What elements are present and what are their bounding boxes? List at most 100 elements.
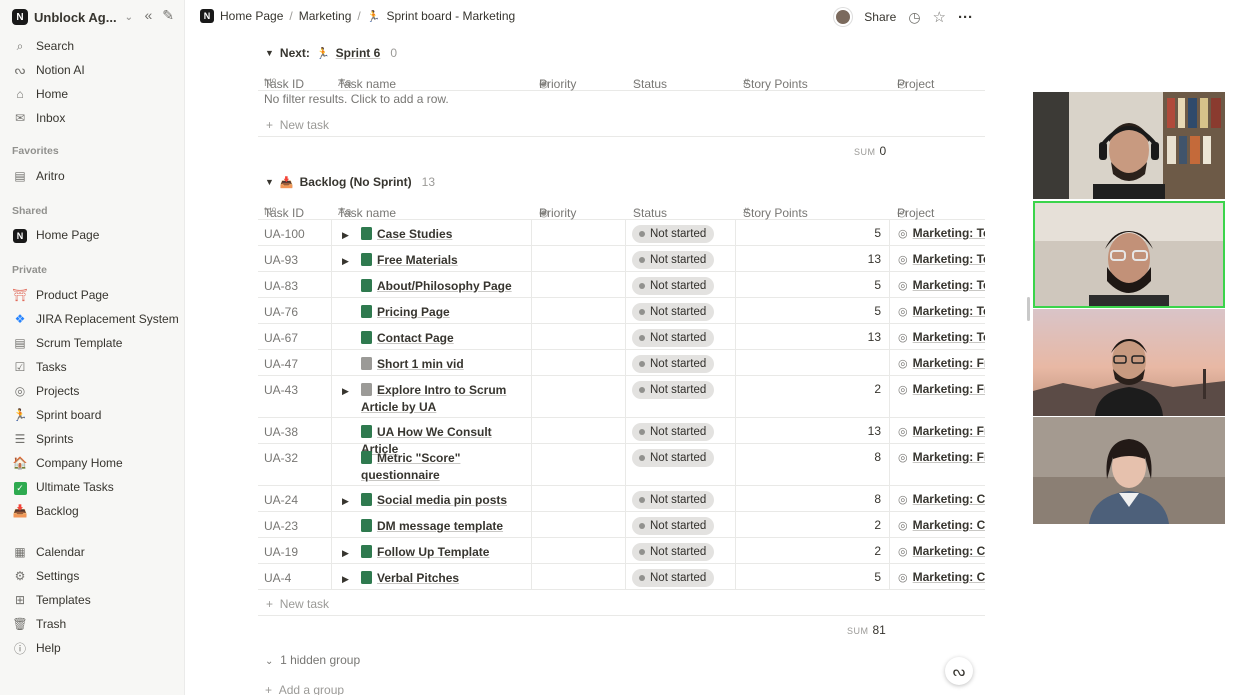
notion-ai-button[interactable]: ᔓ (945, 657, 973, 685)
task-id-cell[interactable]: UA-93 (258, 246, 332, 271)
status-cell[interactable]: Not started (626, 444, 736, 485)
priority-cell[interactable] (532, 324, 626, 349)
priority-cell[interactable] (532, 444, 626, 485)
priority-cell[interactable] (532, 486, 626, 511)
sidebar-item-tasks[interactable]: ☑ Tasks (12, 357, 180, 377)
task-id-cell[interactable]: UA-19 (258, 538, 332, 563)
sidebar-item-sprint-board[interactable]: 🏃 Sprint board (12, 405, 180, 425)
task-name-link[interactable]: Verbal Pitches (377, 571, 459, 585)
status-cell[interactable]: Not started (626, 538, 736, 563)
status-cell[interactable]: Not started (626, 272, 736, 297)
task-name-link[interactable]: Social media pin posts (377, 493, 507, 507)
table-row[interactable]: UA-67 Contact Page Not started 13 ◎ Marketing… (258, 324, 985, 350)
story-points-cell[interactable]: 2 (736, 512, 890, 537)
triangle-right-icon[interactable]: ▶ (342, 493, 349, 510)
task-name-link[interactable]: Short 1 min vid (377, 357, 464, 371)
more-icon[interactable]: ··· (958, 9, 973, 26)
project-cell[interactable]: ◎ Marketing: Co (890, 512, 985, 537)
task-id-cell[interactable]: UA-4 (258, 564, 332, 589)
add-group-button[interactable]: + Add a group (265, 683, 344, 695)
story-points-cell[interactable]: 5 (736, 220, 890, 245)
video-tile-participant-3[interactable] (1033, 309, 1225, 416)
task-id-cell[interactable]: UA-83 (258, 272, 332, 297)
sidebar-item-jira[interactable]: ❖ JIRA Replacement System (12, 309, 180, 329)
priority-cell[interactable] (532, 376, 626, 417)
status-cell[interactable]: Not started (626, 324, 736, 349)
sidebar-item-projects[interactable]: ◎ Projects (12, 381, 180, 401)
status-cell[interactable]: Not started (626, 350, 736, 375)
priority-cell[interactable] (532, 246, 626, 271)
table-row[interactable]: UA-4 ▶ Verbal Pitches Not started 5 ◎ Marketin… (258, 564, 985, 590)
project-cell[interactable]: ◎ Marketing: Co (890, 486, 985, 511)
status-cell[interactable]: Not started (626, 220, 736, 245)
sidebar-item-company-home[interactable]: 🏠 Company Home (12, 453, 180, 473)
breadcrumb-home-page[interactable]: Home Page (220, 9, 283, 23)
task-name-cell[interactable]: Metric "Score" questionnaire (332, 444, 532, 485)
triangle-right-icon[interactable]: ▶ (342, 227, 349, 244)
project-cell[interactable]: ◎ Marketing: Co (890, 564, 985, 589)
priority-cell[interactable] (532, 418, 626, 443)
sidebar-item-calendar[interactable]: ▦ Calendar (12, 542, 180, 562)
task-name-cell[interactable]: DM message template (332, 512, 532, 537)
task-id-cell[interactable]: UA-100 (258, 220, 332, 245)
avatar[interactable] (834, 8, 853, 26)
group-header-next[interactable]: ▼ Next: 🏃 Sprint 6 0 (265, 46, 397, 60)
task-name-cell[interactable]: About/Philosophy Page (332, 272, 532, 297)
table-row[interactable]: UA-38 UA How We Consult Article Not starte… (258, 418, 985, 456)
triangle-right-icon[interactable]: ▶ (342, 253, 349, 270)
panel-resize-handle[interactable] (1027, 297, 1030, 321)
story-points-cell[interactable]: 13 (736, 246, 890, 271)
task-id-cell[interactable]: UA-76 (258, 298, 332, 323)
task-id-cell[interactable]: UA-24 (258, 486, 332, 511)
table-row[interactable]: UA-32 Metric "Score" questionnaire Not sta… (258, 444, 985, 486)
star-icon[interactable]: ☆ (933, 8, 946, 26)
story-points-cell[interactable]: 2 (736, 538, 890, 563)
new-task-button[interactable]: + New task (258, 590, 985, 616)
priority-cell[interactable] (532, 298, 626, 323)
task-name-link[interactable]: Metric "Score" questionnaire (361, 451, 460, 482)
share-button[interactable]: Share (864, 10, 896, 24)
sidebar-item-notion-ai[interactable]: ᔓ Notion AI (12, 60, 180, 80)
new-task-button[interactable]: + New task (258, 111, 985, 137)
task-name-link[interactable]: Case Studies (377, 227, 452, 241)
task-name-cell[interactable]: UA How We Consult Article (332, 418, 532, 456)
workspace-switcher[interactable]: N Unblock Ag... ⌄ (12, 8, 133, 26)
breadcrumb-sprint-board[interactable]: Sprint board - Marketing (386, 9, 515, 23)
table-row[interactable]: UA-93 ▶ Free Materials Not started 13 ◎ Market… (258, 246, 985, 272)
priority-cell[interactable] (532, 272, 626, 297)
project-cell[interactable]: ◎ Marketing: Te (890, 324, 985, 349)
story-points-cell[interactable]: 5 (736, 298, 890, 323)
collapse-sidebar-icon[interactable]: « (144, 7, 152, 24)
project-cell[interactable]: ◎ Marketing: Fre (890, 418, 985, 443)
table-row[interactable]: UA-83 About/Philosophy Page Not started 5 ◎ M… (258, 272, 985, 298)
project-cell[interactable]: ◎ Marketing: Te (890, 272, 985, 297)
task-name-cell[interactable]: Contact Page (332, 324, 532, 349)
task-name-link[interactable]: Free Materials (377, 253, 458, 267)
group-header-backlog[interactable]: ▼ 📥 Backlog (No Sprint) 13 (265, 175, 435, 189)
table-row[interactable]: UA-100 ▶ Case Studies Not started 5 ◎ Marketin… (258, 220, 985, 246)
table-row[interactable]: UA-19 ▶ Follow Up Template Not started 2 ◎ Mar… (258, 538, 985, 564)
project-link[interactable]: Marketing: Te (913, 226, 985, 240)
project-link[interactable]: Marketing: Te (913, 278, 985, 292)
task-id-cell[interactable]: UA-38 (258, 418, 332, 443)
priority-cell[interactable] (532, 350, 626, 375)
task-name-cell[interactable]: ▶ Explore Intro to Scrum Article by UA (332, 376, 532, 417)
new-page-icon[interactable]: ✎ (162, 7, 174, 24)
video-tile-participant-2-speaking[interactable] (1033, 201, 1225, 308)
task-name-link[interactable]: DM message template (377, 519, 503, 533)
empty-results-message[interactable]: No filter results. Click to add a row. (264, 92, 449, 106)
status-cell[interactable]: Not started (626, 512, 736, 537)
project-link[interactable]: Marketing: Fre (913, 424, 985, 438)
sum-next[interactable]: SUM 0 (854, 144, 886, 158)
project-link[interactable]: Marketing: Co (913, 492, 985, 506)
sidebar-item-inbox[interactable]: ✉ Inbox (12, 108, 180, 128)
priority-cell[interactable] (532, 538, 626, 563)
hidden-group-toggle[interactable]: ⌄ 1 hidden group (265, 653, 360, 667)
status-cell[interactable]: Not started (626, 418, 736, 443)
priority-cell[interactable] (532, 512, 626, 537)
triangle-right-icon[interactable]: ▶ (342, 383, 349, 400)
task-id-cell[interactable]: UA-32 (258, 444, 332, 485)
story-points-cell[interactable]: 5 (736, 564, 890, 589)
project-link[interactable]: Marketing: Co (913, 518, 985, 532)
task-name-link[interactable]: About/Philosophy Page (377, 279, 512, 293)
